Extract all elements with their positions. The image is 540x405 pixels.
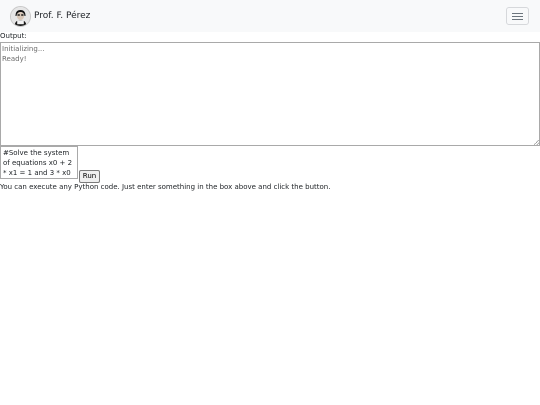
top-navbar: Prof. F. Pérez xyxy=(0,0,540,32)
hamburger-menu-button[interactable] xyxy=(506,7,529,25)
professor-avatar-icon xyxy=(10,5,31,27)
hamburger-menu-icon xyxy=(512,12,523,14)
run-button[interactable]: Run xyxy=(79,170,100,183)
code-input[interactable] xyxy=(0,146,78,179)
brand-name: Prof. F. Pérez xyxy=(34,11,91,21)
resize-grip-icon[interactable] xyxy=(534,140,539,145)
hamburger-menu-icon-line xyxy=(512,18,523,20)
output-label: Output: xyxy=(0,32,27,40)
navbar-brand[interactable]: Prof. F. Pérez xyxy=(10,5,90,27)
help-text: You can execute any Python code. Just en… xyxy=(0,183,331,191)
hamburger-menu-icon-line xyxy=(512,15,523,17)
output-textarea[interactable]: Initializing... Ready! xyxy=(0,42,540,146)
